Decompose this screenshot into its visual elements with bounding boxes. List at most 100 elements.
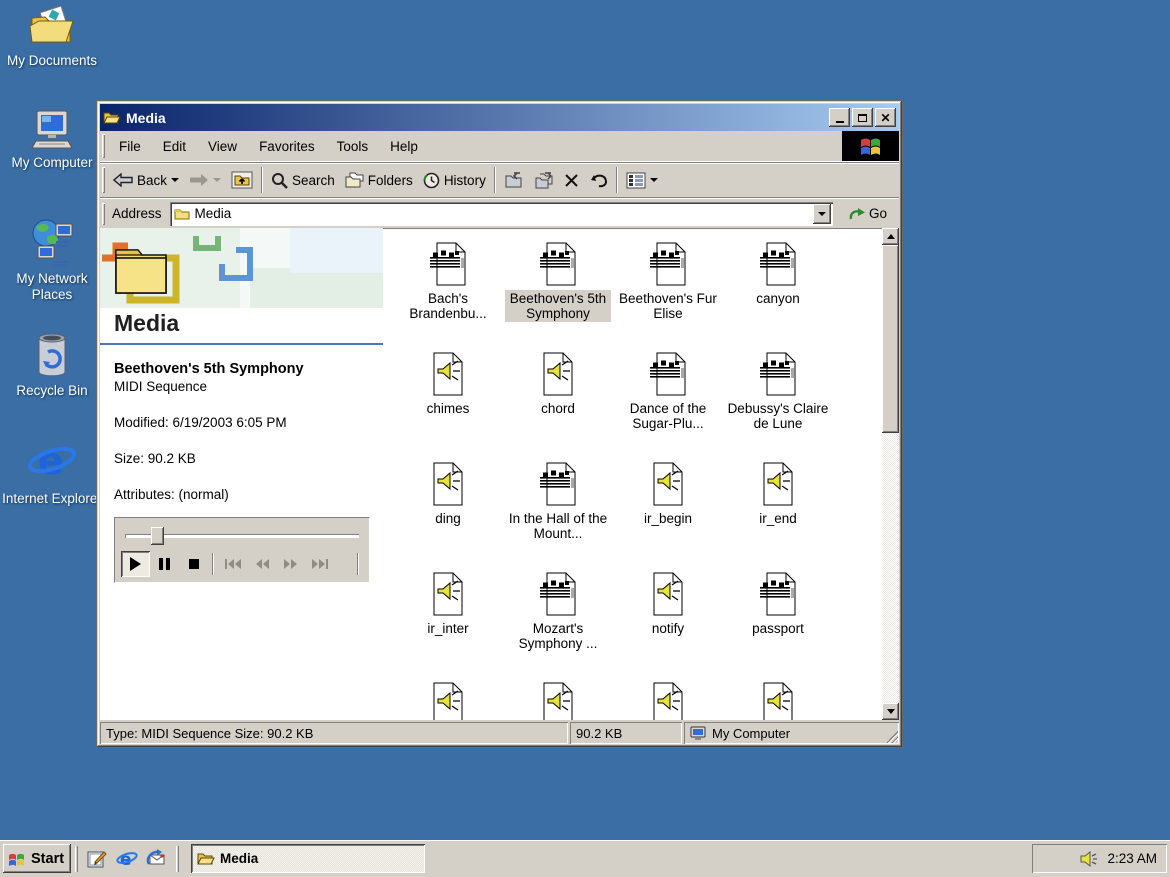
history-button[interactable]: History bbox=[418, 165, 491, 195]
file-item-canyon[interactable]: canyon bbox=[723, 242, 833, 352]
back-dropdown-caret bbox=[171, 178, 179, 182]
copy-to-button[interactable] bbox=[529, 165, 559, 195]
back-button[interactable]: Back bbox=[108, 165, 184, 195]
undo-button[interactable] bbox=[584, 165, 613, 195]
file-grid: Bach's Brandenbu... Beethoven's 5t bbox=[383, 228, 882, 720]
midi-file-icon bbox=[648, 352, 688, 396]
windows-flag-icon bbox=[858, 134, 884, 158]
wav-file-icon bbox=[538, 682, 578, 720]
menu-tools[interactable]: Tools bbox=[326, 131, 380, 161]
delete-button[interactable] bbox=[559, 165, 584, 195]
start-button[interactable]: Start bbox=[3, 844, 71, 873]
file-item-ir-end[interactable]: ir_end bbox=[723, 462, 833, 572]
fast-forward-button[interactable] bbox=[276, 551, 305, 577]
sidebar-folder-title: Media bbox=[114, 310, 383, 337]
file-item-mozart-s-symphony[interactable]: Mozart's Symphony ... bbox=[503, 572, 613, 682]
file-item-chimes[interactable]: chimes bbox=[393, 352, 503, 462]
file-item-partial-18[interactable] bbox=[613, 682, 723, 720]
pause-button[interactable] bbox=[150, 551, 179, 577]
address-value: Media bbox=[195, 206, 833, 221]
up-button[interactable] bbox=[226, 165, 258, 195]
status-type-size: Type: MIDI Sequence Size: 90.2 KB bbox=[100, 722, 568, 744]
addressbar-grab-handle[interactable] bbox=[102, 203, 105, 225]
file-item-notify[interactable]: notify bbox=[613, 572, 723, 682]
address-bar: Address Media Go bbox=[100, 198, 899, 228]
file-item-dance-of-the-sugar-plu[interactable]: Dance of the Sugar-Plu... bbox=[613, 352, 723, 462]
menu-file[interactable]: File bbox=[108, 131, 152, 161]
skip-end-button[interactable] bbox=[305, 551, 334, 577]
folder-content: Media Beethoven's 5th Symphony MIDI Sequ… bbox=[100, 228, 899, 720]
title-bar[interactable]: Media ✕ bbox=[100, 104, 899, 131]
my-documents-icon bbox=[29, 6, 75, 50]
midi-file-icon bbox=[758, 242, 798, 286]
file-item-ir-begin[interactable]: ir_begin bbox=[613, 462, 723, 572]
show-desktop-button[interactable] bbox=[84, 846, 110, 872]
address-dropdown-button[interactable] bbox=[813, 204, 831, 224]
move-to-folder-icon bbox=[504, 172, 524, 189]
maximize-button[interactable] bbox=[852, 108, 873, 127]
folders-button[interactable]: Folders bbox=[340, 165, 418, 195]
file-item-in-the-hall-of-the-mount[interactable]: In the Hall of the Mount... bbox=[503, 462, 613, 572]
file-item-beethoven-s-fur-elise[interactable]: Beethoven's Fur Elise bbox=[613, 242, 723, 352]
desktop-icon-my-documents[interactable]: My Documents bbox=[0, 6, 104, 69]
desktop-icon-my-computer[interactable]: My Computer bbox=[0, 108, 104, 171]
scroll-down-button[interactable] bbox=[882, 703, 899, 720]
toolbar: Back Search bbox=[100, 162, 899, 198]
file-item-chord[interactable]: chord bbox=[503, 352, 613, 462]
scrollbar-thumb[interactable] bbox=[882, 245, 899, 433]
file-label: ir_inter bbox=[425, 620, 470, 637]
minimize-button[interactable] bbox=[829, 108, 850, 127]
stop-icon bbox=[189, 559, 199, 569]
forward-button[interactable] bbox=[184, 165, 226, 195]
scrollbar-track[interactable] bbox=[882, 433, 899, 703]
scroll-up-button[interactable] bbox=[882, 228, 899, 245]
file-item-passport[interactable]: passport bbox=[723, 572, 833, 682]
forward-arrow-icon bbox=[189, 173, 209, 187]
stop-button[interactable] bbox=[179, 551, 208, 577]
address-input[interactable]: Media bbox=[170, 202, 833, 226]
search-button[interactable]: Search bbox=[266, 165, 340, 195]
wav-file-icon bbox=[758, 462, 798, 506]
close-button[interactable]: ✕ bbox=[875, 108, 896, 127]
skip-back-button[interactable] bbox=[218, 551, 247, 577]
views-button[interactable] bbox=[621, 165, 663, 195]
toolbar-grab-handle[interactable] bbox=[102, 167, 105, 193]
file-item-ir-inter[interactable]: ir_inter bbox=[393, 572, 503, 682]
folders-icon bbox=[345, 172, 364, 188]
internet-explorer-icon: e bbox=[26, 436, 78, 488]
menu-view[interactable]: View bbox=[197, 131, 248, 161]
taskbar-task-media[interactable]: Media bbox=[191, 844, 425, 873]
launch-internet-explorer-button[interactable]: e bbox=[114, 846, 140, 872]
desktop-icon-recycle-bin[interactable]: Recycle Bin bbox=[0, 328, 104, 399]
toolbar-separator bbox=[261, 167, 263, 193]
volume-icon[interactable] bbox=[1079, 851, 1099, 867]
folder-icon bbox=[174, 207, 190, 220]
seek-thumb[interactable] bbox=[151, 527, 164, 545]
menu-help[interactable]: Help bbox=[379, 131, 429, 161]
launch-outlook-express-button[interactable] bbox=[144, 846, 170, 872]
play-icon bbox=[130, 557, 141, 571]
play-button[interactable] bbox=[121, 551, 150, 577]
rewind-button[interactable] bbox=[247, 551, 276, 577]
back-arrow-icon bbox=[113, 173, 133, 187]
file-item-beethoven-s-5th-symphony[interactable]: Beethoven's 5th Symphony bbox=[503, 242, 613, 352]
move-to-button[interactable] bbox=[499, 165, 529, 195]
resize-grip[interactable] bbox=[886, 731, 898, 743]
vertical-scrollbar[interactable] bbox=[882, 228, 899, 720]
menubar-grab-handle[interactable] bbox=[102, 134, 105, 158]
skip-end-icon bbox=[311, 558, 329, 570]
file-item-partial-17[interactable] bbox=[503, 682, 613, 720]
desktop-icon-my-network-places[interactable]: My Network Places bbox=[0, 218, 104, 303]
menu-edit[interactable]: Edit bbox=[152, 131, 197, 161]
file-item-partial-16[interactable] bbox=[393, 682, 503, 720]
file-item-debussy-s-claire-de-lune[interactable]: Debussy's Claire de Lune bbox=[723, 352, 833, 462]
file-item-partial-19[interactable] bbox=[723, 682, 833, 720]
seek-slider[interactable] bbox=[125, 526, 359, 546]
desktop-icon-internet-explorer[interactable]: e Internet Explorer bbox=[0, 436, 104, 507]
go-button[interactable]: Go bbox=[843, 201, 895, 227]
menu-favorites[interactable]: Favorites bbox=[248, 131, 326, 161]
window-title: Media bbox=[126, 110, 827, 126]
file-item-bach-s-brandenbu[interactable]: Bach's Brandenbu... bbox=[393, 242, 503, 352]
status-zone: My Computer bbox=[684, 722, 899, 744]
file-item-ding[interactable]: ding bbox=[393, 462, 503, 572]
